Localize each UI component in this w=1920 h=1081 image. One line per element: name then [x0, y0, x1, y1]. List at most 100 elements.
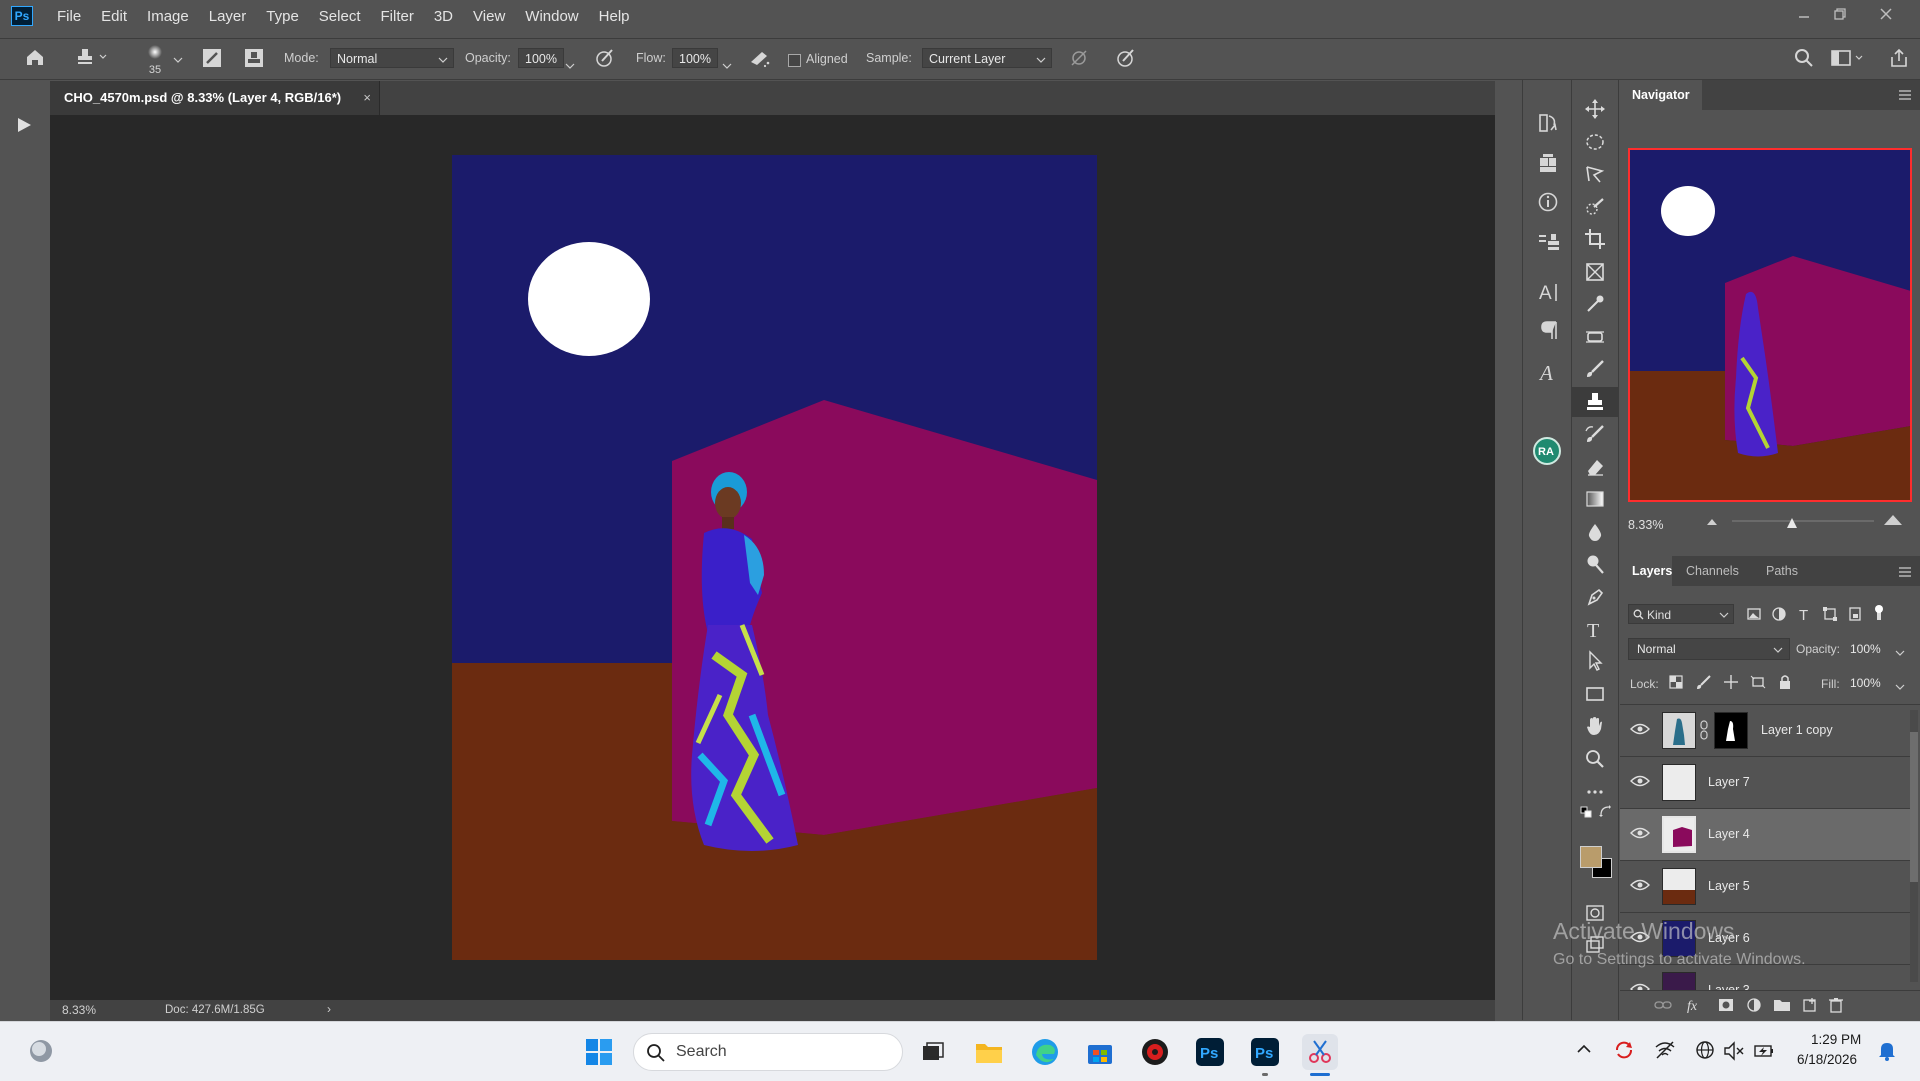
layer-blend-mode-select[interactable]: Normal: [1628, 638, 1790, 660]
mode-select[interactable]: Normal: [330, 48, 454, 68]
navigator-tab[interactable]: Navigator: [1620, 80, 1702, 110]
zoom-out-button[interactable]: [1704, 514, 1720, 531]
channels-tab[interactable]: Channels: [1674, 556, 1751, 586]
menu-view[interactable]: View: [463, 8, 515, 25]
taskbar-search-box[interactable]: Search: [633, 1033, 903, 1071]
start-button[interactable]: [581, 1034, 617, 1070]
navigator-zoom-slider[interactable]: [1786, 516, 1797, 528]
aligned-checkbox[interactable]: [788, 54, 801, 67]
link-layers-button[interactable]: [1654, 998, 1672, 1015]
eraser-tool[interactable]: [1572, 452, 1618, 482]
marquee-tool[interactable]: [1572, 127, 1618, 157]
blur-tool[interactable]: [1572, 517, 1618, 547]
add-layer-style-button[interactable]: fx: [1686, 996, 1706, 1017]
lock-pixels-button[interactable]: [1696, 674, 1712, 693]
ignore-adjustment-layers-button[interactable]: [1068, 47, 1090, 74]
pen-tool[interactable]: [1572, 582, 1618, 612]
pressure-opacity-button[interactable]: [593, 47, 615, 74]
filter-smart-object-button[interactable]: [1847, 606, 1863, 625]
brush-size-chevron[interactable]: [173, 53, 183, 67]
close-tab-button[interactable]: ×: [363, 81, 371, 115]
layer-opacity-input[interactable]: 100%: [1850, 638, 1890, 660]
eye-icon[interactable]: [1630, 826, 1650, 840]
healing-brush-tool[interactable]: [1572, 322, 1618, 352]
layer-row-selected[interactable]: Layer 4: [1620, 809, 1910, 861]
navigator-preview[interactable]: [1628, 148, 1912, 502]
restore-button[interactable]: [1822, 0, 1858, 28]
menu-window[interactable]: Window: [515, 8, 588, 25]
frame-tool[interactable]: [1572, 257, 1618, 287]
chain-link-icon[interactable]: [1698, 719, 1710, 741]
layer-row[interactable]: Layer 5: [1620, 861, 1910, 913]
delete-layer-button[interactable]: [1828, 997, 1844, 1016]
minimize-button[interactable]: [1786, 0, 1822, 28]
lock-position-button[interactable]: [1723, 674, 1739, 693]
eye-icon[interactable]: [1630, 774, 1650, 788]
menu-filter[interactable]: Filter: [371, 8, 424, 25]
language-tray-icon[interactable]: [1695, 1040, 1717, 1065]
swap-colors-button[interactable]: [1598, 804, 1612, 821]
glyphs-panel-button[interactable]: A: [1537, 360, 1561, 387]
photoshop-active-taskbar-button[interactable]: Ps: [1247, 1034, 1283, 1076]
navigator-zoom-value[interactable]: 8.33%: [1628, 518, 1663, 532]
brush-settings-toggle[interactable]: [201, 47, 223, 74]
filter-adjustment-button[interactable]: [1771, 606, 1787, 625]
layer-opacity-chevron[interactable]: [1895, 645, 1905, 660]
type-tool[interactable]: T: [1572, 614, 1618, 644]
foreground-color-swatch[interactable]: [1580, 846, 1602, 868]
workspace-switcher[interactable]: [1830, 47, 1866, 74]
layer-filter-select[interactable]: Kind: [1628, 604, 1734, 624]
lock-artboard-button[interactable]: [1750, 674, 1766, 693]
hand-tool[interactable]: [1572, 711, 1618, 741]
layer-mask-thumbnail[interactable]: [1714, 712, 1748, 749]
microsoft-store-button[interactable]: [1082, 1034, 1118, 1070]
layers-scrollbar-thumb[interactable]: [1910, 732, 1918, 882]
quick-selection-tool[interactable]: [1572, 192, 1618, 222]
status-zoom[interactable]: 8.33%: [62, 1003, 96, 1017]
photoshop-logo[interactable]: Ps: [11, 6, 33, 26]
battery-tray-icon[interactable]: [1753, 1040, 1775, 1065]
menu-layer[interactable]: Layer: [199, 8, 257, 25]
info-panel-button[interactable]: [1537, 191, 1559, 216]
actions-play-button[interactable]: [14, 115, 34, 138]
ra-plugin-button[interactable]: RA: [1533, 437, 1561, 465]
opacity-chevron[interactable]: [565, 54, 575, 75]
opacity-input[interactable]: 100%: [518, 48, 564, 68]
filter-shape-button[interactable]: [1822, 606, 1838, 625]
menu-edit[interactable]: Edit: [91, 8, 137, 25]
libraries-panel-button[interactable]: [1537, 152, 1559, 177]
menu-file[interactable]: File: [47, 8, 91, 25]
new-adjustment-layer-button[interactable]: [1746, 997, 1762, 1016]
menu-type[interactable]: Type: [256, 8, 309, 25]
dodge-tool[interactable]: [1572, 549, 1618, 579]
show-hidden-icons-button[interactable]: [1576, 1042, 1592, 1059]
flow-chevron[interactable]: [722, 54, 732, 75]
eyedropper-tool[interactable]: [1572, 289, 1618, 319]
character-panel-button[interactable]: A: [1537, 280, 1561, 309]
network-offline-tray-icon[interactable]: [1654, 1040, 1676, 1063]
lock-transparent-button[interactable]: [1668, 674, 1684, 693]
notifications-button[interactable]: [1876, 1040, 1898, 1065]
move-tool[interactable]: [1572, 94, 1618, 124]
paragraph-panel-button[interactable]: [1538, 319, 1560, 344]
eye-icon[interactable]: [1630, 878, 1650, 892]
brush-size-picker[interactable]: 35: [143, 43, 167, 77]
navigator-menu-button[interactable]: [1898, 89, 1912, 104]
status-menu-arrow[interactable]: ›: [327, 1002, 331, 1016]
pressure-size-button[interactable]: [1114, 47, 1136, 74]
menu-help[interactable]: Help: [589, 8, 640, 25]
sync-tray-icon[interactable]: [1613, 1039, 1635, 1064]
navigator-zoom-track[interactable]: [1732, 520, 1874, 522]
home-button[interactable]: [24, 47, 46, 72]
edge-browser-button[interactable]: [1027, 1034, 1063, 1070]
crop-tool[interactable]: [1572, 224, 1618, 254]
new-group-button[interactable]: [1773, 997, 1791, 1016]
file-explorer-button[interactable]: [971, 1034, 1007, 1070]
document-tab[interactable]: CHO_4570m.psd @ 8.33% (Layer 4, RGB/16*)…: [50, 81, 380, 115]
layer-row[interactable]: Layer 1 copy: [1620, 705, 1910, 757]
layers-scrollbar[interactable]: [1910, 710, 1918, 982]
volume-tray-icon[interactable]: [1723, 1040, 1745, 1065]
menu-select[interactable]: Select: [309, 8, 371, 25]
default-colors-button[interactable]: [1580, 806, 1592, 821]
red-app-button[interactable]: [1137, 1034, 1173, 1070]
